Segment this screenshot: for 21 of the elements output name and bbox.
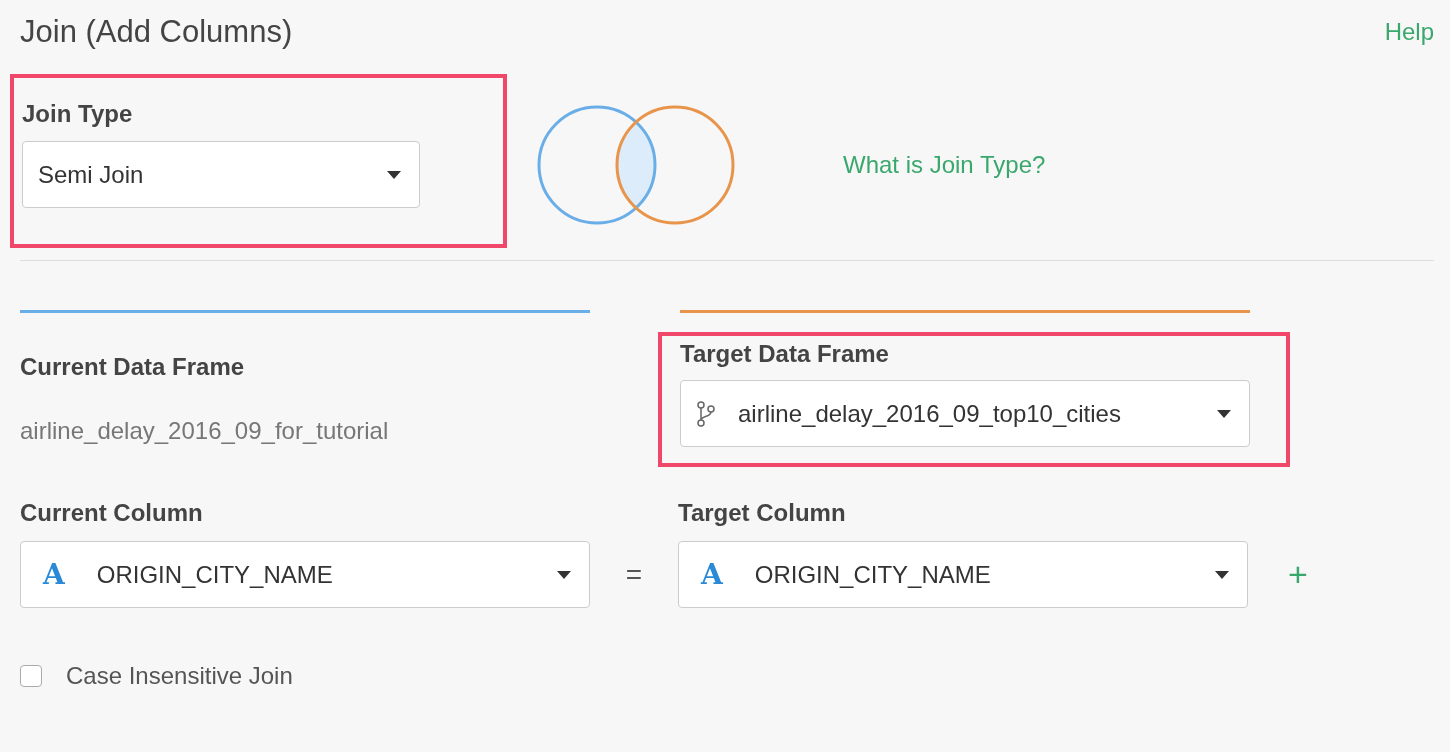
text-type-icon: A [701,558,723,591]
field-label: Current Column [20,499,204,527]
target-column-dropdown[interactable]: A ORIGIN_CITY_NAME [678,541,1248,608]
field-label: Target Data Frame [680,340,890,368]
field-label: Target Column [678,499,847,527]
field-label: Join Type [22,100,134,128]
target-frame-dropdown[interactable]: airline_delay_2016_09_top10_cities [680,380,1250,447]
checkbox-label[interactable]: Case Insensitive Join [66,662,293,690]
caret-icon [387,170,401,179]
branch-icon [696,400,716,427]
data-frame-name: airline_delay_2016_09_for_tutorial [20,417,390,445]
equals-sign: = [624,558,644,592]
caret-icon [1217,409,1231,418]
checkbox[interactable] [20,665,42,687]
text-type-icon: A [43,558,65,591]
caret-icon [1215,570,1229,579]
join-type-dropdown[interactable]: Semi Join [22,141,420,208]
field-label: Current Data Frame [20,353,246,381]
dialog-title: Join (Add Columns) [20,14,293,50]
current-column-dropdown[interactable]: A ORIGIN_CITY_NAME [20,541,590,608]
caret-icon [557,570,571,579]
